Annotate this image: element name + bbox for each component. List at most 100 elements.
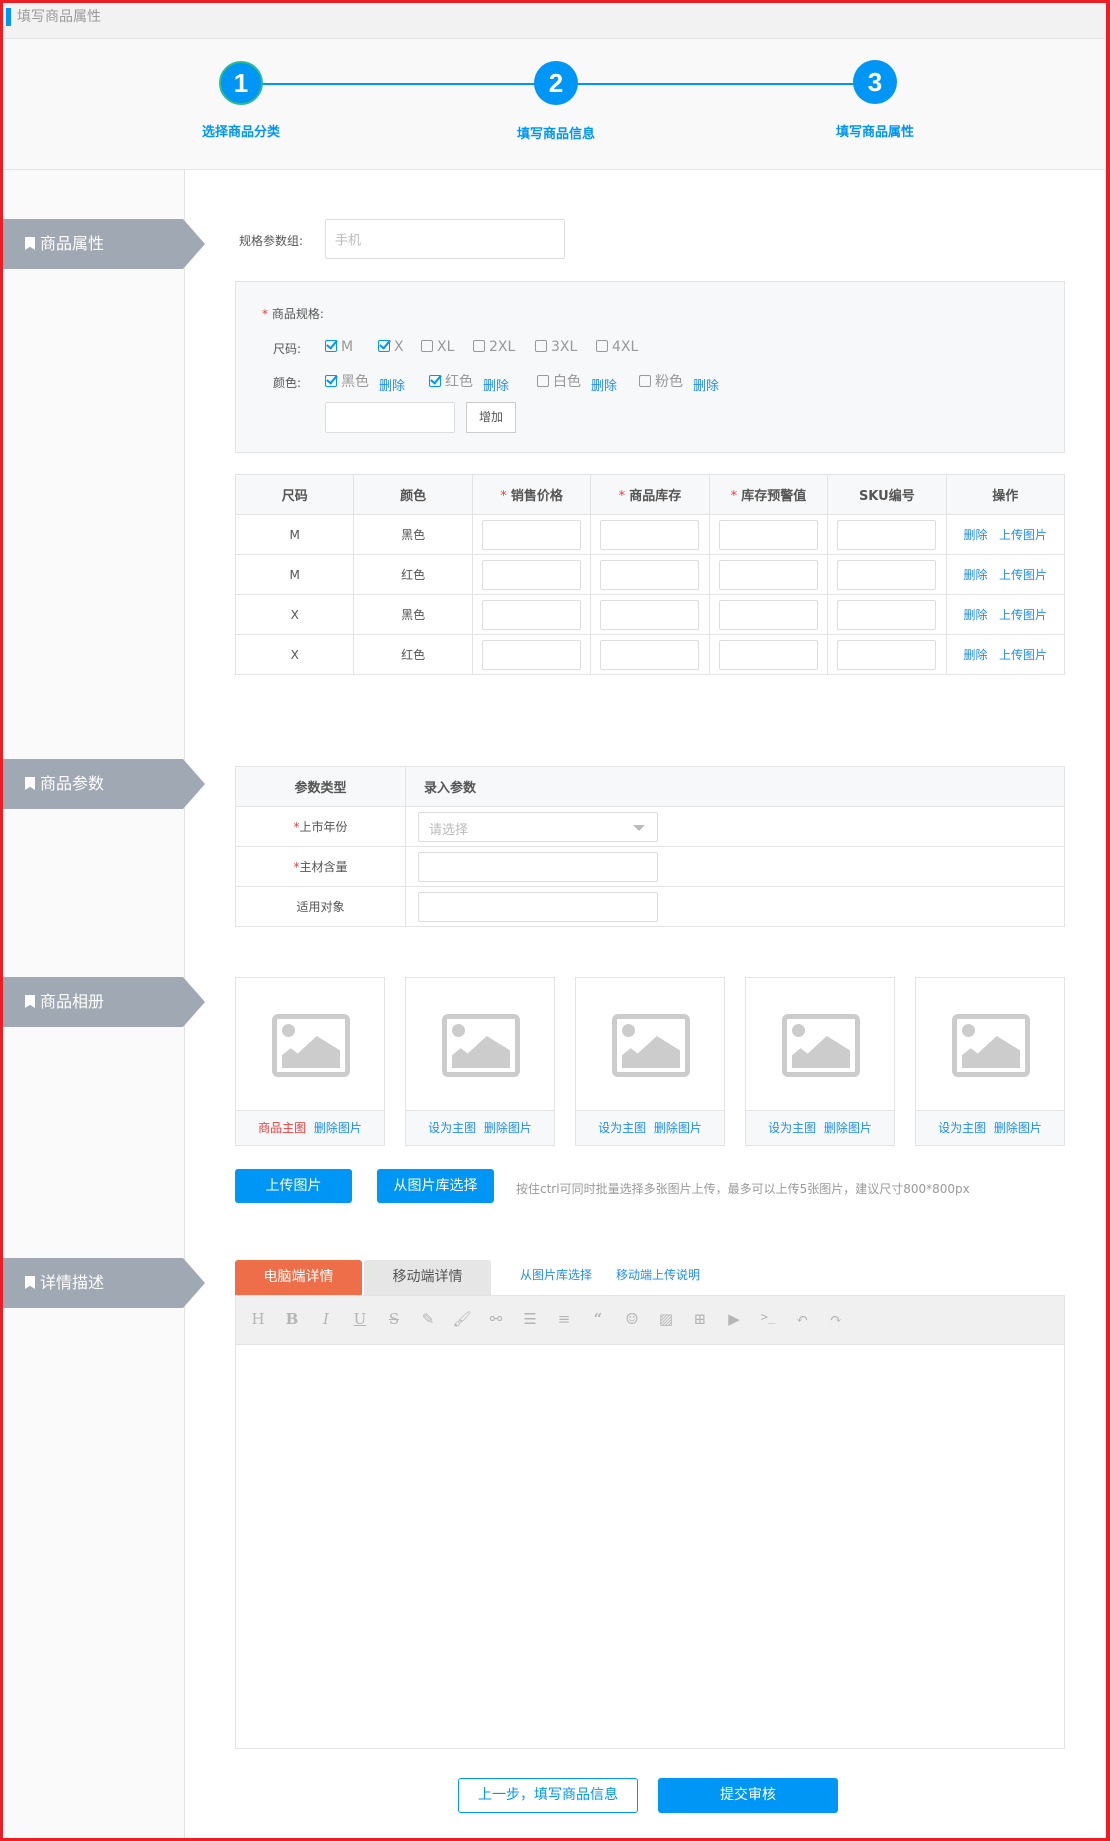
price-input[interactable]: [482, 639, 582, 670]
album-image-card: 设为主图 删除图片: [575, 977, 725, 1146]
color-checkbox[interactable]: 红色: [429, 374, 473, 390]
sku-code-input[interactable]: [837, 639, 937, 670]
checkbox-icon: [596, 340, 608, 352]
stock-input[interactable]: [600, 599, 700, 630]
stock-alert-input[interactable]: [718, 559, 818, 590]
param-input[interactable]: [418, 851, 658, 882]
step-1-label: 选择商品分类: [201, 125, 280, 140]
price-input[interactable]: [482, 519, 582, 550]
size-checkbox-3xl[interactable]: 3XL: [535, 339, 577, 355]
size-checkbox-m[interactable]: M: [325, 339, 353, 355]
tab-pc-details[interactable]: 电脑端详情: [235, 1260, 362, 1295]
redo-icon[interactable]: ↷: [826, 1310, 846, 1328]
brush-icon[interactable]: 🖌︎: [452, 1310, 472, 1328]
delete-sku-link[interactable]: 删除: [964, 528, 988, 542]
previous-step-button[interactable]: 上一步，填写商品信息: [458, 1778, 638, 1813]
choose-from-library-button[interactable]: 从图片库选择: [377, 1169, 494, 1203]
upload-sku-image-link[interactable]: 上传图片: [999, 528, 1047, 542]
heading-icon[interactable]: H: [248, 1310, 268, 1328]
stock-input[interactable]: [600, 559, 700, 590]
delete-image-link[interactable]: 删除图片: [994, 1121, 1042, 1135]
year-select[interactable]: 请选择: [418, 811, 658, 842]
upload-sku-image-link[interactable]: 上传图片: [999, 648, 1047, 662]
stock-alert-input[interactable]: [718, 519, 818, 550]
checkbox-icon: [473, 340, 485, 352]
add-color-button[interactable]: 增加: [466, 402, 516, 433]
sku-code-input[interactable]: [837, 559, 937, 590]
param-label: *上市年份: [235, 806, 406, 847]
album-image-card: 商品主图 删除图片: [235, 977, 385, 1146]
strikethrough-icon[interactable]: S: [384, 1310, 404, 1328]
pen-icon[interactable]: ✎: [418, 1310, 438, 1328]
emoji-icon[interactable]: ☺: [622, 1310, 642, 1328]
tab-mobile-details[interactable]: 移动端详情: [364, 1260, 491, 1295]
list-icon[interactable]: ☰: [520, 1310, 540, 1328]
set-main-image-link[interactable]: 设为主图: [598, 1121, 646, 1135]
spec-group-input[interactable]: 手机: [325, 219, 565, 259]
price-input[interactable]: [482, 599, 582, 630]
checkbox-icon: [378, 340, 390, 352]
color-checkbox[interactable]: 粉色: [639, 374, 683, 390]
sku-header: * 商品库存: [590, 474, 710, 515]
size-checkbox-4xl[interactable]: 4XL: [596, 339, 638, 355]
quote-icon[interactable]: “: [588, 1310, 608, 1328]
delete-image-link[interactable]: 删除图片: [654, 1121, 702, 1135]
stock-input[interactable]: [600, 639, 700, 670]
album-image-card: 设为主图 删除图片: [405, 977, 555, 1146]
code-icon[interactable]: >_: [758, 1310, 778, 1324]
editor-toolbar: H B I U S ✎ 🖌︎ ⚯ ☰ ≡ “ ☺ ▨ ⊞ ▶ >_ ↶ ↷: [235, 1295, 1065, 1344]
table-icon[interactable]: ⊞: [690, 1310, 710, 1328]
size-checkbox-2xl[interactable]: 2XL: [473, 339, 515, 355]
new-color-input[interactable]: [325, 402, 455, 433]
sku-header: 操作: [945, 474, 1066, 515]
upload-hint: 按住ctrl可同时批量选择多张图片上传，最多可以上传5张图片，建议尺寸800*8…: [516, 1182, 970, 1196]
delete-sku-link[interactable]: 删除: [964, 568, 988, 582]
price-input[interactable]: [482, 559, 582, 590]
italic-icon[interactable]: I: [316, 1310, 336, 1328]
set-main-image-link[interactable]: 设为主图: [938, 1121, 986, 1135]
set-main-image-link[interactable]: 设为主图: [428, 1121, 476, 1135]
stock-alert-input[interactable]: [718, 599, 818, 630]
sku-code-input[interactable]: [837, 519, 937, 550]
delete-color-link[interactable]: 删除: [379, 375, 405, 394]
stock-input[interactable]: [600, 519, 700, 550]
delete-color-link[interactable]: 删除: [693, 375, 719, 394]
spec-group-label: 规格参数组:: [239, 234, 304, 248]
color-checkbox[interactable]: 白色: [537, 374, 581, 390]
submit-review-button[interactable]: 提交审核: [658, 1778, 838, 1813]
rich-text-editor[interactable]: [235, 1344, 1065, 1749]
delete-sku-link[interactable]: 删除: [964, 648, 988, 662]
mobile-upload-guide-link[interactable]: 移动端上传说明: [616, 1266, 700, 1283]
spec-group-placeholder: 手机: [335, 233, 362, 249]
color-checkbox[interactable]: 黑色: [325, 374, 369, 390]
align-icon[interactable]: ≡: [554, 1310, 574, 1328]
page-title: 填写商品属性: [17, 9, 101, 25]
upload-image-button[interactable]: 上传图片: [235, 1169, 352, 1203]
size-checkbox-x[interactable]: X: [378, 339, 404, 355]
image-icon[interactable]: ▨: [656, 1310, 676, 1328]
param-input[interactable]: [418, 891, 658, 922]
delete-image-link[interactable]: 删除图片: [824, 1121, 872, 1135]
delete-image-link[interactable]: 删除图片: [484, 1121, 532, 1135]
underline-icon[interactable]: U: [350, 1310, 370, 1328]
library-link[interactable]: 从图片库选择: [520, 1266, 592, 1283]
video-icon[interactable]: ▶: [724, 1310, 744, 1328]
size-checkbox-xl[interactable]: XL: [421, 339, 454, 355]
sku-code-input[interactable]: [837, 599, 937, 630]
bold-icon[interactable]: B: [282, 1310, 302, 1328]
delete-color-link[interactable]: 删除: [591, 375, 617, 394]
checkbox-icon: [325, 340, 337, 352]
checkbox-icon: [639, 375, 651, 387]
undo-icon[interactable]: ↶: [792, 1310, 812, 1328]
sku-row: X 黑色 删除 上传图片: [234, 594, 1066, 635]
delete-image-link[interactable]: 删除图片: [314, 1121, 362, 1135]
color-label: 颜色:: [273, 376, 302, 390]
link-icon[interactable]: ⚯: [486, 1310, 506, 1328]
upload-sku-image-link[interactable]: 上传图片: [999, 608, 1047, 622]
delete-sku-link[interactable]: 删除: [964, 608, 988, 622]
stock-alert-input[interactable]: [718, 639, 818, 670]
sku-size: X: [234, 594, 355, 635]
delete-color-link[interactable]: 删除: [483, 375, 509, 394]
upload-sku-image-link[interactable]: 上传图片: [999, 568, 1047, 582]
set-main-image-link[interactable]: 设为主图: [768, 1121, 816, 1135]
